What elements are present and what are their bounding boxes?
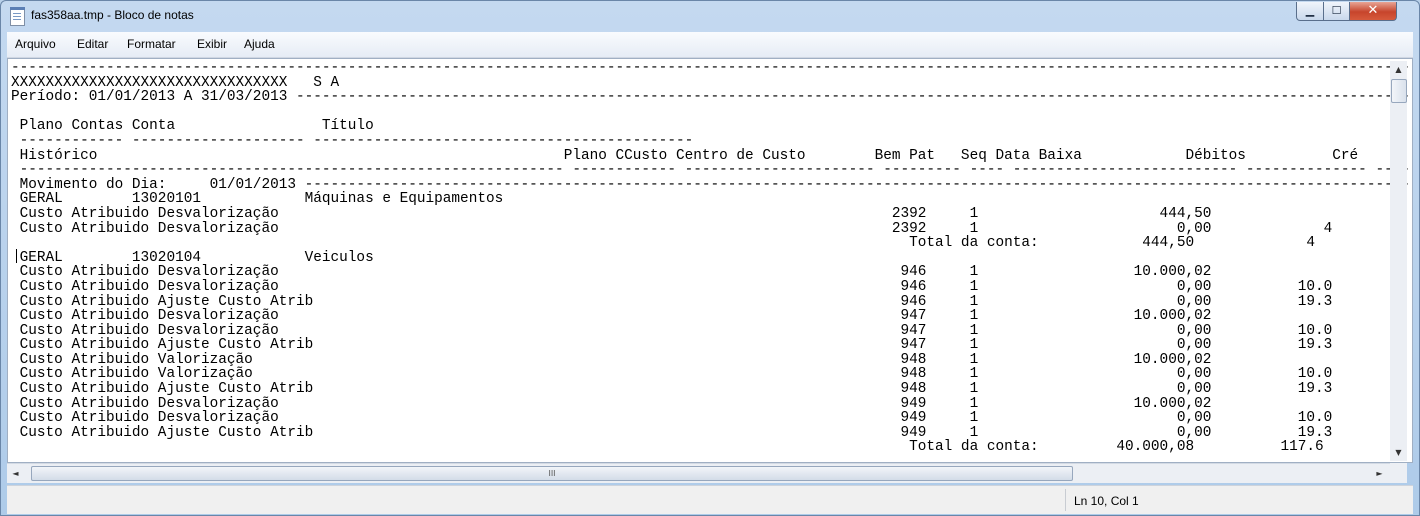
document-line: Custo Atribuido Desvalorização 947 1 0,0… (11, 322, 1333, 339)
scroll-left-arrow-icon[interactable]: ◄ (7, 464, 24, 483)
cursor-position: Ln 10, Col 1 (1074, 494, 1139, 508)
scroll-up-arrow-icon[interactable]: ▲ (1390, 61, 1407, 78)
text-editor[interactable]: ----------------------------------------… (7, 58, 1413, 463)
menu-ajuda[interactable]: Ajuda (244, 37, 275, 51)
document-line: ----------------------------------------… (11, 162, 1413, 179)
document-line: Custo Atribuido Desvalorização 2392 1 44… (11, 205, 1333, 222)
document-line: GERAL 13020104 Veiculos (11, 249, 374, 266)
document-line: ----------------------------------------… (11, 60, 1413, 76)
document-line: GERAL 13020101 Máquinas e Equipamentos (11, 191, 504, 208)
document-line: Total da conta: 40.000,08 117.6 (11, 439, 1324, 456)
document-text[interactable]: ----------------------------------------… (11, 60, 1413, 456)
text-caret (16, 249, 17, 263)
scroll-right-arrow-icon[interactable]: ► (1371, 464, 1388, 483)
document-line: ------------ -------------------- ------… (11, 132, 694, 149)
menu-formatar[interactable]: Formatar (127, 37, 176, 51)
document-line: Período: 01/01/2013 A 31/03/2013 -------… (11, 89, 1413, 106)
document-line: Histórico Plano CCusto Centro de Custo B… (11, 147, 1359, 164)
document-line: Custo Atribuido Desvalorização 946 1 10.… (11, 264, 1333, 281)
notepad-window: fas358aa.tmp - Bloco de notas ▁ ☐ ✕ Arqu… (0, 0, 1420, 516)
vertical-scroll-thumb[interactable] (1391, 79, 1407, 103)
maximize-button[interactable]: ☐ (1323, 2, 1350, 21)
window-title: fas358aa.tmp - Bloco de notas (31, 8, 194, 22)
status-bar: Ln 10, Col 1 (7, 485, 1413, 514)
vertical-scrollbar[interactable]: ▲ ▼ (1390, 61, 1407, 461)
document-line: Custo Atribuido Ajuste Custo Atrib 948 1… (11, 381, 1333, 398)
title-bar[interactable]: fas358aa.tmp - Bloco de notas ▁ ☐ ✕ (1, 1, 1419, 31)
menu-arquivo[interactable]: Arquivo (15, 37, 56, 51)
document-line: Movimento do Dia: 01/01/2013 -----------… (11, 176, 1413, 193)
scroll-down-arrow-icon[interactable]: ▼ (1390, 444, 1407, 461)
document-line: Custo Atribuido Desvalorização 946 1 0,0… (11, 278, 1333, 295)
document-line: Custo Atribuido Desvalorização 947 1 10.… (11, 308, 1333, 325)
document-line: Custo Atribuido Ajuste Custo Atrib 949 1… (11, 424, 1333, 441)
document-line: Custo Atribuido Ajuste Custo Atrib 947 1… (11, 337, 1333, 354)
minimize-button[interactable]: ▁ (1296, 2, 1324, 21)
horizontal-scroll-thumb[interactable]: III (31, 466, 1073, 481)
document-line: Custo Atribuido Desvalorização 949 1 0,0… (11, 410, 1333, 427)
document-line: Custo Atribuido Desvalorização 949 1 10.… (11, 395, 1333, 412)
document-line: Custo Atribuido Valorização 948 1 0,00 1… (11, 366, 1333, 383)
document-line: Total da conta: 444,50 4 (11, 235, 1316, 252)
document-line: Plano Contas Conta Título (11, 118, 374, 135)
status-divider (1065, 489, 1066, 511)
menu-bar: Arquivo Editar Formatar Exibir Ajuda (7, 32, 1413, 58)
document-line: Custo Atribuido Desvalorização 2392 1 0,… (11, 220, 1333, 237)
notepad-app-icon[interactable] (10, 7, 25, 26)
close-button[interactable]: ✕ (1349, 2, 1397, 21)
document-line: XXXXXXXXXXXXXXXXXXXXXXXXXXXXXXXX S A Diá… (11, 74, 1413, 91)
document-line: Custo Atribuido Ajuste Custo Atrib 946 1… (11, 293, 1333, 310)
document-line: Custo Atribuido Valorização 948 1 10.000… (11, 351, 1333, 368)
horizontal-scrollbar[interactable]: ◄ III ► (7, 463, 1390, 483)
scrollbar-corner (1390, 463, 1407, 483)
menu-exibir[interactable]: Exibir (197, 37, 227, 51)
menu-editar[interactable]: Editar (77, 37, 108, 51)
